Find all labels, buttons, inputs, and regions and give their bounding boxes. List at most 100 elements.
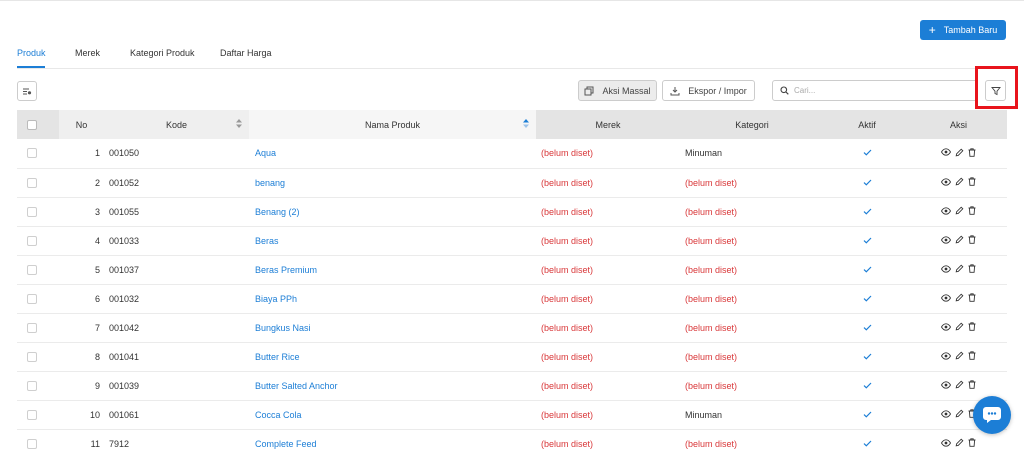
product-code: 7912 <box>104 429 249 449</box>
active-cell <box>824 197 910 227</box>
pencil-icon[interactable] <box>955 148 964 159</box>
eye-icon[interactable] <box>940 206 952 217</box>
eye-icon[interactable] <box>940 293 952 304</box>
eye-icon[interactable] <box>940 380 952 391</box>
row-checkbox[interactable] <box>27 438 37 449</box>
tab-produk[interactable]: Produk <box>17 48 46 58</box>
row-number: 9 <box>59 371 104 401</box>
product-brand: (belum diset) <box>536 342 680 372</box>
check-icon <box>863 352 872 362</box>
actions-cell <box>910 226 1007 256</box>
row-select-cell <box>17 197 59 227</box>
column-settings-button[interactable] <box>17 81 37 101</box>
pencil-icon[interactable] <box>955 322 964 333</box>
tab-bar: Produk Merek Kategori Produk Daftar Harg… <box>17 44 1007 69</box>
product-category: (belum diset) <box>680 197 824 227</box>
trash-icon[interactable] <box>968 438 976 449</box>
column-header-kode[interactable]: Kode <box>104 110 249 139</box>
product-category: (belum diset) <box>680 226 824 256</box>
table-row: 11 7912 Complete Feed (belum diset) (belum d… <box>17 429 1007 449</box>
trash-icon[interactable] <box>968 351 976 362</box>
trash-icon[interactable] <box>968 264 976 275</box>
product-name-link[interactable]: Cocca Cola <box>249 400 536 430</box>
table-header-row: No Kode Nama Produk Merek Kategori Aktif… <box>17 110 1007 139</box>
eye-icon[interactable] <box>940 235 952 246</box>
trash-icon[interactable] <box>968 206 976 217</box>
product-category: (belum diset) <box>680 168 824 198</box>
product-category: Minuman <box>680 400 824 430</box>
product-code: 001061 <box>104 400 249 430</box>
search-input[interactable] <box>794 86 964 95</box>
pencil-icon[interactable] <box>955 235 964 246</box>
row-select-cell <box>17 371 59 401</box>
eye-icon[interactable] <box>940 438 952 449</box>
row-number: 10 <box>59 400 104 430</box>
eye-icon[interactable] <box>940 409 952 420</box>
product-name-link[interactable]: Aqua <box>249 139 536 169</box>
pencil-icon[interactable] <box>955 351 964 362</box>
search-box[interactable] <box>772 80 978 101</box>
chat-button[interactable] <box>973 396 1011 434</box>
product-category: (belum diset) <box>680 313 824 343</box>
product-name-link[interactable]: Complete Feed <box>249 429 536 449</box>
row-select-cell <box>17 226 59 256</box>
product-name-link[interactable]: Benang (2) <box>249 197 536 227</box>
row-number: 1 <box>59 139 104 169</box>
table-row: 7 001042 Bungkus Nasi (belum diset) (belum d… <box>17 313 1007 343</box>
row-checkbox[interactable] <box>27 409 37 420</box>
row-checkbox[interactable] <box>27 177 37 188</box>
export-import-button[interactable]: Ekspor / Impor <box>662 80 755 101</box>
trash-icon[interactable] <box>968 322 976 333</box>
column-header-merek: Merek <box>536 110 680 139</box>
product-name-link[interactable]: benang <box>249 168 536 198</box>
row-checkbox[interactable] <box>27 322 37 333</box>
product-category: Minuman <box>680 139 824 169</box>
actions-cell <box>910 255 1007 285</box>
trash-icon[interactable] <box>968 293 976 304</box>
tab-merek[interactable]: Merek <box>75 48 100 58</box>
eye-icon[interactable] <box>940 177 952 188</box>
row-checkbox[interactable] <box>27 235 37 246</box>
pencil-icon[interactable] <box>955 293 964 304</box>
sort-icon <box>236 119 242 128</box>
pencil-icon[interactable] <box>955 264 964 275</box>
column-header-aktif: Aktif <box>824 110 910 139</box>
check-icon <box>863 148 872 158</box>
pencil-icon[interactable] <box>955 177 964 188</box>
trash-icon[interactable] <box>968 177 976 188</box>
trash-icon[interactable] <box>968 235 976 246</box>
row-checkbox[interactable] <box>27 380 37 391</box>
pencil-icon[interactable] <box>955 409 964 420</box>
trash-icon[interactable] <box>968 148 976 159</box>
check-icon <box>863 410 872 420</box>
row-checkbox[interactable] <box>27 293 37 304</box>
row-checkbox[interactable] <box>27 264 37 275</box>
pencil-icon[interactable] <box>955 206 964 217</box>
product-name-link[interactable]: Bungkus Nasi <box>249 313 536 343</box>
trash-icon[interactable] <box>968 380 976 391</box>
active-cell <box>824 226 910 256</box>
eye-icon[interactable] <box>940 351 952 362</box>
eye-icon[interactable] <box>940 322 952 333</box>
eye-icon[interactable] <box>940 148 952 158</box>
column-header-nama-produk[interactable]: Nama Produk <box>249 110 536 139</box>
row-checkbox[interactable] <box>27 206 37 217</box>
column-header-kode-label: Kode <box>165 119 188 130</box>
product-name-link[interactable]: Butter Rice <box>249 342 536 372</box>
product-name-link[interactable]: Biaya PPh <box>249 284 536 314</box>
select-all-checkbox[interactable] <box>27 119 37 130</box>
mass-action-button[interactable]: Aksi Massal <box>578 80 657 101</box>
eye-icon[interactable] <box>940 264 952 275</box>
tab-daftar-harga[interactable]: Daftar Harga <box>220 48 272 58</box>
product-name-link[interactable]: Butter Salted Anchor <box>249 371 536 401</box>
pencil-icon[interactable] <box>955 380 964 391</box>
pencil-icon[interactable] <box>955 438 964 449</box>
row-checkbox[interactable] <box>27 148 37 159</box>
tab-kategori-produk[interactable]: Kategori Produk <box>130 48 195 58</box>
row-select-cell <box>17 284 59 314</box>
product-name-link[interactable]: Beras Premium <box>249 255 536 285</box>
product-name-link[interactable]: Beras <box>249 226 536 256</box>
check-icon <box>863 294 872 304</box>
row-checkbox[interactable] <box>27 351 37 362</box>
add-new-button[interactable]: + Tambah Baru <box>920 20 1006 40</box>
